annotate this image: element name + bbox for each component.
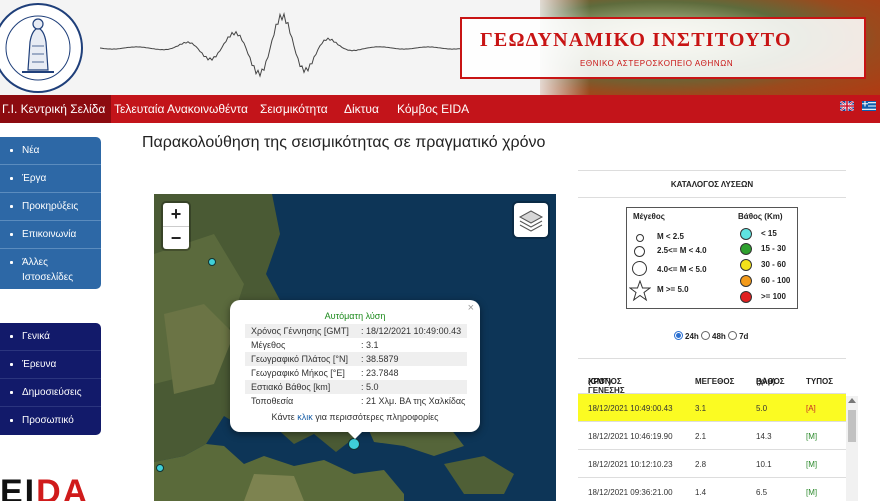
nav-eida-node[interactable]: Κόμβος EIDA [397, 95, 469, 123]
legend-depth-label: 30 - 60 [761, 260, 786, 269]
greek-flag-icon[interactable] [862, 101, 876, 111]
nav-home[interactable]: Γ.Ι. Κεντρική Σελίδα [0, 95, 112, 123]
popup-row: Γεωγραφικό Πλάτος [°N]: 38.5879 [245, 352, 467, 366]
period-option-48h[interactable]: 48h [701, 331, 726, 341]
magnitude-circle-icon [634, 246, 645, 257]
legend-depth-label: 60 - 100 [761, 276, 791, 285]
events-table: ΧΡΟΝΟΣ ΓΕΝΕΣΗΣ (GMT) ΜΕΓΕΘΟΣ ΒΑΘΟΣ (χλμ) Τ… [578, 358, 846, 501]
nav-seismicity[interactable]: Σεισμικότητα [260, 95, 328, 123]
popup-row: Γεωγραφικό Μήκος [°E]: 23.7848 [251, 368, 399, 378]
radio-icon[interactable] [701, 331, 711, 340]
sidebar-item-other-sites[interactable]: Άλλες Ιστοσελίδες [0, 249, 101, 289]
site-header: ΓΕΩΔΥΝΑΜΙΚΟ ΙΝΣΤΙΤΟΥΤΟ ΕΘΝΙΚΟ ΑΣΤΕΡΟΣΚΟΠ… [0, 0, 880, 95]
table-row[interactable]: 18/12/2021 10:49:00.43 3.1 5.0 [A] [578, 394, 846, 422]
earthquake-marker[interactable] [208, 258, 216, 266]
radio-icon[interactable] [728, 331, 738, 340]
scroll-up-arrow-icon[interactable] [848, 398, 856, 403]
table-row[interactable]: 18/12/2021 10:46:19.90 2.1 14.3 [M] [578, 422, 846, 450]
legend-magnitude-label: 2.5<= M < 4.0 [657, 246, 707, 255]
period-selector: 24h 48h 7d [674, 331, 748, 341]
header-magnitude: ΜΕΓΕΘΟΣ [695, 377, 735, 386]
table-row[interactable]: 18/12/2021 09:36:21.00 1.4 6.5 [M] [578, 478, 846, 501]
event-info-popup: × Αυτόματη λύση Χρόνος Γέννησης [GMT]: 1… [230, 300, 480, 439]
page-root: ΓΕΩΔΥΝΑΜΙΚΟ ΙΝΣΤΙΤΟΥΤΟ ΕΘΝΙΚΟ ΑΣΤΕΡΟΣΚΟΠ… [0, 0, 880, 501]
sidebar-item-staff[interactable]: Προσωπικό [0, 407, 101, 435]
sidebar-item-publications[interactable]: Δημοσιεύσεις [0, 379, 101, 407]
magnitude-circle-icon [632, 261, 647, 276]
sidebar-item-projects[interactable]: Έργα [0, 165, 101, 193]
depth-color-swatch [740, 291, 752, 303]
eida-logo[interactable]: EIDA [0, 473, 89, 501]
page-title: Παρακολούθηση της σεισμικότητας σε πραγμ… [142, 134, 546, 151]
map-zoom-control: + − [163, 203, 189, 249]
legend-depth-label: >= 100 [761, 292, 786, 301]
map-legend: Μέγεθος Βάθος (Km) M < 2.5 2.5<= M < 4.0… [626, 207, 798, 309]
period-option-7d[interactable]: 7d [728, 331, 748, 341]
observatory-logo[interactable] [0, 2, 84, 94]
depth-color-swatch [740, 275, 752, 287]
nav-networks[interactable]: Δίκτυα [344, 95, 379, 123]
legend-magnitude-title: Μέγεθος [633, 212, 665, 221]
sidebar-menu-bottom: Γενικά Έρευνα Δημοσιεύσεις Προσωπικό [0, 323, 101, 435]
header-type: ΤΥΠΟΣ [806, 377, 834, 386]
sidebar-item-general[interactable]: Γενικά [0, 323, 101, 351]
popup-row: Μέγεθος: 3.1 [251, 340, 379, 350]
main-navbar: Γ.Ι. Κεντρική Σελίδα Τελευταία Ανακοινωθ… [0, 95, 880, 123]
popup-row: Τοποθεσία: 21 Χλμ. ΒΑ της Χαλκίδας [251, 396, 466, 406]
sidebar-item-announcements[interactable]: Προκηρύξεις [0, 193, 101, 221]
sidebar-menu-top: Νέα Έργα Προκηρύξεις Επικοινωνία Άλλες Ι… [0, 137, 101, 289]
earthquake-marker[interactable] [156, 464, 164, 472]
institute-banner: ΓΕΩΔΥΝΑΜΙΚΟ ΙΝΣΤΙΤΟΥΤΟ ΕΘΝΙΚΟ ΑΣΤΕΡΟΣΚΟΠ… [460, 17, 866, 79]
layers-button[interactable] [514, 203, 548, 237]
legend-depth-title: Βάθος (Km) [738, 212, 783, 221]
zoom-out-button[interactable]: − [163, 226, 189, 249]
popup-row: Εστιακό Βάθος [km]: 5.0 [245, 380, 467, 394]
sidebar-item-contact[interactable]: Επικοινωνία [0, 221, 101, 249]
popup-heading: Αυτόματη λύση [324, 311, 386, 321]
zoom-in-button[interactable]: + [163, 203, 189, 226]
more-info-link[interactable]: κλικ [297, 412, 313, 422]
institute-title: ΓΕΩΔΥΝΑΜΙΚΟ ΙΝΣΤΙΤΟΥΤΟ [480, 29, 792, 51]
sidebar-item-research[interactable]: Έρευνα [0, 351, 101, 379]
legend-magnitude-label: M >= 5.0 [657, 285, 689, 294]
layers-icon [518, 210, 544, 232]
depth-color-swatch [740, 228, 752, 240]
star-icon [629, 280, 651, 302]
earthquake-marker-selected[interactable] [348, 438, 360, 450]
table-header: ΧΡΟΝΟΣ ΓΕΝΕΣΗΣ (GMT) ΜΕΓΕΘΟΣ ΒΑΘΟΣ (χλμ) Τ… [578, 358, 846, 395]
table-row[interactable]: 18/12/2021 10:12:10.23 2.8 10.1 [M] [578, 450, 846, 478]
popup-row: Χρόνος Γέννησης [GMT]: 18/12/2021 10:49:… [245, 324, 467, 338]
popup-more-info: Κάντε κλικ για περισσότερες πληροφορίες [271, 412, 439, 422]
popup-details: Χρόνος Γέννησης [GMT]: 18/12/2021 10:49:… [245, 324, 467, 408]
legend-magnitude-label: 4.0<= M < 5.0 [657, 265, 707, 274]
nav-announcements[interactable]: Τελευταία Ανακοινωθέντα [114, 95, 248, 123]
depth-color-swatch [740, 259, 752, 271]
depth-color-swatch [740, 243, 752, 255]
legend-depth-label: 15 - 30 [761, 244, 786, 253]
radio-selected-icon[interactable] [674, 331, 683, 340]
seismogram-graphic [100, 11, 460, 78]
catalog-title: ΚΑΤΑΛΟΓΟΣ ΛΥΣΕΩΝ [578, 170, 846, 198]
institute-subtitle: ΕΘΝΙΚΟ ΑΣΤΕΡΟΣΚΟΠΕΙΟ ΑΘΗΝΩΝ [580, 59, 734, 68]
magnitude-circle-icon [636, 234, 644, 242]
sidebar-item-news[interactable]: Νέα [0, 137, 101, 165]
legend-depth-label: < 15 [761, 229, 777, 238]
scroll-thumb[interactable] [848, 410, 856, 442]
table-scrollbar[interactable] [846, 396, 858, 501]
period-option-24h[interactable]: 24h [674, 331, 699, 341]
english-flag-icon[interactable] [840, 101, 854, 111]
legend-magnitude-label: M < 2.5 [657, 232, 684, 241]
